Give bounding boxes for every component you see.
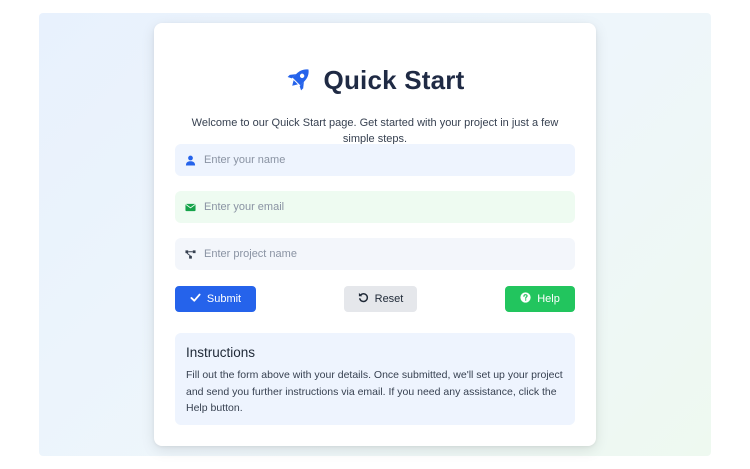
- instructions-panel: Instructions Fill out the form above wit…: [175, 333, 575, 425]
- page-header: Quick Start: [154, 63, 596, 97]
- project-field[interactable]: [175, 238, 575, 270]
- undo-icon: [358, 292, 369, 306]
- name-input[interactable]: [204, 154, 564, 166]
- check-icon: [190, 292, 201, 306]
- user-icon: [184, 154, 196, 166]
- project-input[interactable]: [204, 248, 564, 260]
- project-diagram-icon: [184, 248, 196, 260]
- help-button[interactable]: Help: [505, 286, 575, 312]
- email-input[interactable]: [204, 201, 564, 213]
- page-title: Quick Start: [323, 64, 465, 95]
- rocket-icon: [286, 64, 314, 97]
- quick-start-card: Quick Start Welcome to our Quick Start p…: [154, 23, 596, 446]
- instructions-heading: Instructions: [186, 345, 256, 360]
- email-field[interactable]: [175, 191, 575, 223]
- question-circle-icon: [520, 292, 531, 306]
- help-label: Help: [537, 293, 560, 305]
- reset-button[interactable]: Reset: [344, 286, 417, 312]
- envelope-icon: [184, 201, 196, 213]
- name-field[interactable]: [175, 144, 575, 176]
- intro-text: Welcome to our Quick Start page. Get sta…: [191, 117, 559, 145]
- submit-label: Submit: [206, 293, 242, 305]
- submit-button[interactable]: Submit: [175, 286, 256, 312]
- reset-label: Reset: [374, 293, 404, 305]
- instructions-text: Fill out the form above with your detail…: [186, 369, 563, 414]
